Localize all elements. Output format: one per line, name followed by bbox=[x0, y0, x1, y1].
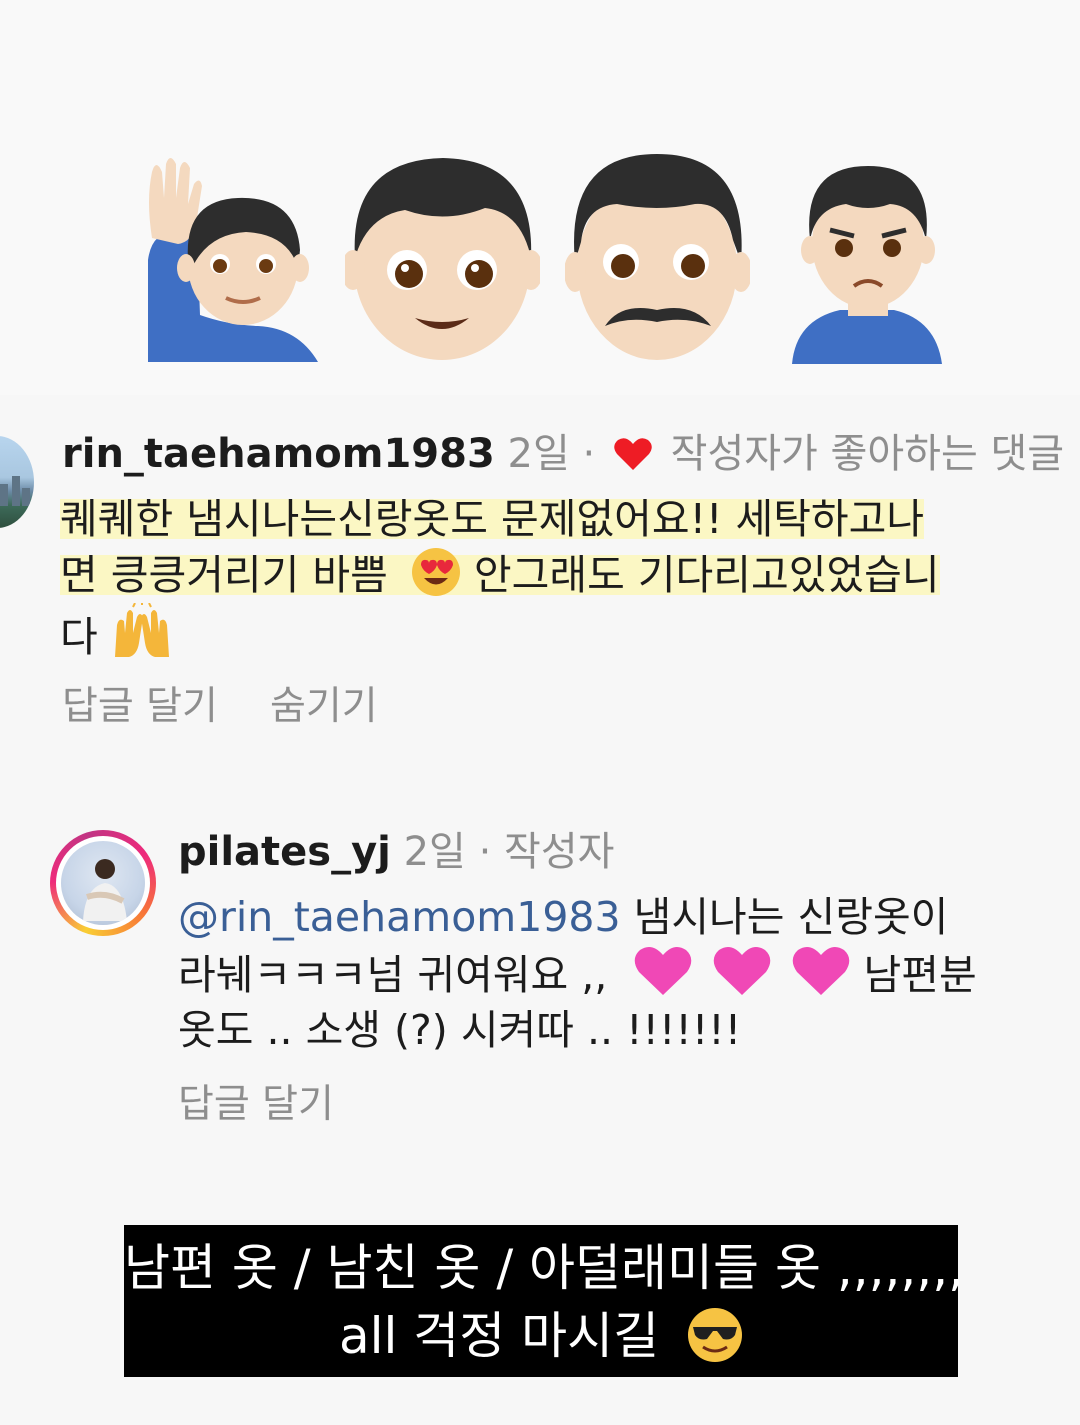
comment-age: 2일 bbox=[507, 431, 570, 477]
comment-text-line: 면 킁킁거리기 바쁨 bbox=[60, 551, 388, 599]
liked-by-author-label: 작성자가 좋아하는 댓글 bbox=[670, 431, 1065, 477]
author-label: 작성자 bbox=[504, 829, 615, 875]
separator: · bbox=[478, 829, 492, 875]
reply-button[interactable]: 답글 달기 bbox=[178, 1082, 334, 1128]
raising-hands-emoji-icon bbox=[114, 603, 169, 657]
username[interactable]: rin_taehamom1983 bbox=[62, 431, 495, 477]
username[interactable]: pilates_yj bbox=[178, 829, 391, 875]
comment-text-line: 남편분 bbox=[850, 951, 977, 999]
comment-text-line: 다 bbox=[60, 613, 98, 661]
reply-button[interactable]: 답글 달기 bbox=[62, 684, 218, 730]
caption-box: 남편 옷 / 남친 옷 / 아덜래미들 옷 ,,,,,,,, all 걱정 마시… bbox=[124, 1225, 964, 1377]
caption-text: all 걱정 마시길 bbox=[338, 1307, 660, 1365]
boy-emoji bbox=[345, 150, 540, 365]
comment-text: @rin_taehamom1983 냄시나는 신랑옷이 라눼ㅋㅋㅋ넘 귀여워요 … bbox=[178, 890, 977, 1058]
hide-button[interactable]: 숨기기 bbox=[270, 684, 378, 730]
separator: · bbox=[582, 431, 596, 477]
comment-text-line: 라눼ㅋㅋㅋ넘 귀여워요 ,, bbox=[178, 951, 608, 999]
man-raising-hand-emoji bbox=[138, 150, 323, 370]
man-emoji bbox=[565, 150, 750, 365]
comment-text-line: 안그래도 기다리고있었습니 bbox=[460, 551, 940, 599]
comment-header: pilates_yj 2일 · 작성자 bbox=[178, 828, 614, 876]
pink-heart-icon bbox=[714, 946, 771, 995]
comment-header: rin_taehamom1983 2일 · 작성자가 좋아하는 댓글 bbox=[62, 430, 1064, 478]
comment-age: 2일 bbox=[403, 829, 466, 875]
avatar[interactable] bbox=[50, 830, 156, 936]
caption-line: all 걱정 마시길 bbox=[124, 1305, 958, 1367]
comment-text-line: 옷도 .. 소생 (?) 시켜따 .. !!!!!!! bbox=[178, 1006, 742, 1054]
pink-heart-icon bbox=[635, 946, 692, 995]
heart-eyes-emoji-icon bbox=[411, 548, 460, 596]
mention-link[interactable]: @rin_taehamom1983 bbox=[178, 893, 621, 941]
caption-line: 남편 옷 / 남친 옷 / 아덜래미들 옷 ,,,,,,,, bbox=[124, 1239, 964, 1297]
comment-text-line: 냄시나는 신랑옷이 bbox=[620, 893, 949, 941]
avatar[interactable] bbox=[0, 436, 34, 528]
sunglasses-emoji-icon bbox=[688, 1308, 743, 1362]
man-pouting-emoji bbox=[790, 160, 945, 365]
comment-text-line: 퀘퀘한 냄시나는신랑옷도 문제없어요!! 세탁하고나 bbox=[60, 495, 925, 543]
emoji-banner bbox=[0, 0, 1080, 395]
comment-text: 퀘퀘한 냄시나는신랑옷도 문제없어요!! 세탁하고나 면 킁킁거리기 바쁨 안그… bbox=[60, 492, 940, 665]
pink-heart-icon bbox=[793, 946, 850, 995]
heart-icon bbox=[614, 438, 652, 470]
